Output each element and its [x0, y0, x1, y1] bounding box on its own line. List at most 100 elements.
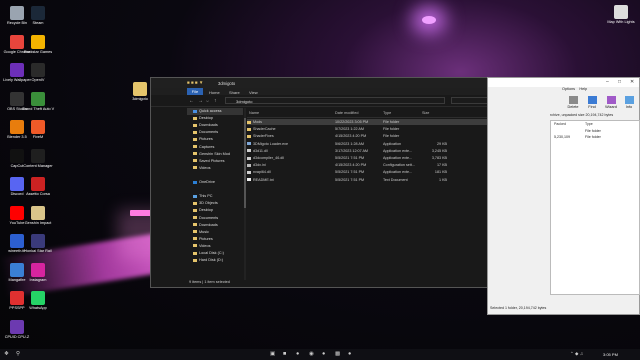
up-arrow-icon[interactable]: ↑	[214, 98, 217, 104]
nav-item[interactable]: Music	[187, 229, 243, 236]
column-header-date[interactable]: Date modified	[335, 111, 358, 115]
column-header-type[interactable]: Type	[585, 122, 593, 126]
clock[interactable]: 3:05 PM	[603, 352, 618, 357]
nav-item[interactable]: Downloads	[187, 222, 243, 229]
close-icon[interactable]: ✕	[630, 79, 634, 85]
nav-item[interactable]: Downloads	[187, 122, 243, 129]
wallpaper-street-light	[422, 16, 436, 24]
desktop-icon[interactable]: Honkai Star Rail	[21, 234, 55, 253]
nav-item[interactable]: Hard Disk (D:)	[187, 257, 243, 264]
file-row[interactable]: d3d11.dll 3/17/2023 12:07 AM Application e…	[247, 148, 517, 154]
file-row[interactable]: d3dcompiler_46.dll 5/5/2021 7:51 PM Applic…	[247, 155, 517, 161]
nav-item[interactable]: Captures	[187, 144, 243, 151]
nav-item[interactable]: Pictures	[187, 236, 243, 243]
desktop-icon-map-with-lights[interactable]: Map With Lights	[604, 5, 638, 24]
explorer-taskbar-icon[interactable]: ■	[283, 351, 286, 357]
nav-item[interactable]: Videos	[187, 243, 243, 250]
file-row[interactable]: ShaderFixes 4/15/2023 4:20 PM File folder	[247, 133, 517, 139]
info-button[interactable]: Info	[622, 96, 636, 109]
tab-home[interactable]: Home	[209, 90, 220, 95]
delete-button[interactable]: Delete	[566, 96, 580, 109]
nav-item[interactable]: Documents	[187, 215, 243, 222]
desktop-icon[interactable]: CPUID CPU-Z	[0, 319, 34, 339]
folder-icon	[133, 82, 147, 96]
tab-file[interactable]: File	[187, 88, 203, 95]
winrar-titlebar[interactable]: – □ ✕	[488, 78, 639, 87]
nav-item-label: Desktop	[199, 116, 213, 121]
column-header-size[interactable]: Size	[422, 111, 429, 115]
discord-taskbar-icon[interactable]: ●	[322, 351, 325, 357]
nav-item[interactable]: This PC	[187, 193, 243, 200]
nav-item[interactable]: Quick access	[187, 108, 243, 115]
tab-view[interactable]: View	[249, 90, 258, 95]
forward-arrow-icon[interactable]: →	[198, 98, 203, 104]
nav-item[interactable]: Pictures	[187, 136, 243, 143]
chrome-taskbar-icon[interactable]: ●	[296, 351, 299, 357]
desktop-icon[interactable]: FiveM	[21, 120, 55, 139]
column-header-type[interactable]: Type	[383, 111, 391, 115]
folder-icon	[193, 159, 197, 163]
chevron-down-icon[interactable]: ⌵	[206, 98, 209, 103]
delete-label: Delete	[567, 105, 579, 109]
maximize-icon[interactable]: □	[618, 79, 621, 85]
app-taskbar-icon[interactable]: ●	[348, 351, 351, 357]
nav-item[interactable]: OneDrive	[187, 179, 243, 186]
desktop-icon[interactable]: Steam	[21, 6, 55, 25]
desktop-icon[interactable]: Instagram	[21, 262, 55, 282]
desktop-icon[interactable]: Assetto Corsa	[21, 177, 55, 196]
menu-help[interactable]: Help	[579, 87, 587, 91]
steam-taskbar-icon[interactable]: ◉	[309, 351, 314, 357]
menu-options[interactable]: Options	[562, 87, 575, 91]
desktop-icon[interactable]: Rockstar Games	[21, 34, 55, 54]
explorer-titlebar[interactable]: ■ ■ ■ ▼ 3dmigoto – □ ✕	[151, 78, 523, 88]
nav-item[interactable]: Genshin Skin Mod	[187, 151, 243, 158]
nav-scrollbar[interactable]	[244, 108, 246, 280]
app-icon	[10, 319, 24, 334]
desktop-icon-label: FiveM	[32, 135, 44, 139]
archive-row-type[interactable]: File folder	[585, 129, 601, 133]
app-icon	[31, 63, 45, 77]
file-row[interactable]: 3DMigoto Loader.exe 5/6/2023 1:28 AM Appli…	[247, 141, 517, 147]
nav-item[interactable]: Desktop	[187, 207, 243, 214]
file-row[interactable]: Mods 10/22/2023 3:05 PM File folder	[247, 119, 517, 126]
folder-icon	[193, 180, 197, 184]
archive-row-packed[interactable]: 5,230,109	[554, 135, 570, 139]
nav-item[interactable]: Documents	[187, 129, 243, 136]
column-header-name[interactable]: Name	[249, 111, 259, 115]
nav-item[interactable]: 3D Objects	[187, 200, 243, 207]
address-bar[interactable]: 3dmigoto	[225, 97, 445, 104]
file-row[interactable]: ShaderCache 5/7/2023 1:22 AM File folder	[247, 126, 517, 132]
desktop-icon[interactable]: WhatsApp	[21, 291, 55, 310]
back-arrow-icon[interactable]: ←	[189, 98, 194, 104]
winrar-taskbar-icon[interactable]: ▩	[335, 351, 340, 357]
start-icon[interactable]: ❖	[4, 351, 9, 357]
nav-item[interactable]: Desktop	[187, 115, 243, 122]
desktop-icon[interactable]: OpenIV	[21, 63, 55, 82]
file-size: 3,245 KB	[431, 148, 447, 153]
app-icon	[31, 291, 45, 305]
tray-icons[interactable]: ⌃ ◆ ♫	[570, 351, 583, 357]
scrollbar-thumb[interactable]	[244, 118, 246, 208]
task-view-icon[interactable]: ▣	[270, 351, 275, 357]
taskbar: ❖ ⚲ ▣ ■ ● ◉ ● ▩ ● ⌃ ◆ ♫ 3:05 PM	[0, 349, 640, 360]
wizard-button[interactable]: Wizard	[604, 96, 618, 109]
file-row[interactable]: README.txt 5/5/2021 7:51 PM Text Document 1…	[247, 177, 517, 183]
nav-item[interactable]: Saved Pictures	[187, 158, 243, 165]
desktop-icon[interactable]: Content Manager	[21, 148, 55, 168]
column-header-packed[interactable]: Packed	[554, 122, 566, 126]
desktop-icon[interactable]: Grand Theft Auto V	[21, 91, 55, 111]
minimize-icon[interactable]: –	[606, 79, 609, 85]
app-icon	[31, 177, 45, 191]
find-button[interactable]: Find	[585, 96, 599, 109]
file-row[interactable]: nvapi64.dll 5/5/2021 7:51 PM Application e…	[247, 169, 517, 175]
file-list: Name Date modified Type Size Mods 10/22/2…	[247, 108, 523, 278]
file-name: d3d11.dll	[253, 148, 268, 153]
search-icon[interactable]: ⚲	[16, 351, 20, 357]
nav-item[interactable]: Local Disk (C:)	[187, 250, 243, 257]
quick-access-toolbar-icons[interactable]: ■ ■ ■ ▼	[187, 80, 203, 85]
file-row[interactable]: d3dx.ini 4/15/2023 4:20 PM Configuration s…	[247, 162, 517, 168]
archive-row-type[interactable]: File folder	[585, 135, 601, 139]
tab-share[interactable]: Share	[229, 90, 240, 95]
desktop-icon[interactable]: Genshin Impact	[21, 205, 55, 225]
nav-item[interactable]: Videos	[187, 165, 243, 172]
